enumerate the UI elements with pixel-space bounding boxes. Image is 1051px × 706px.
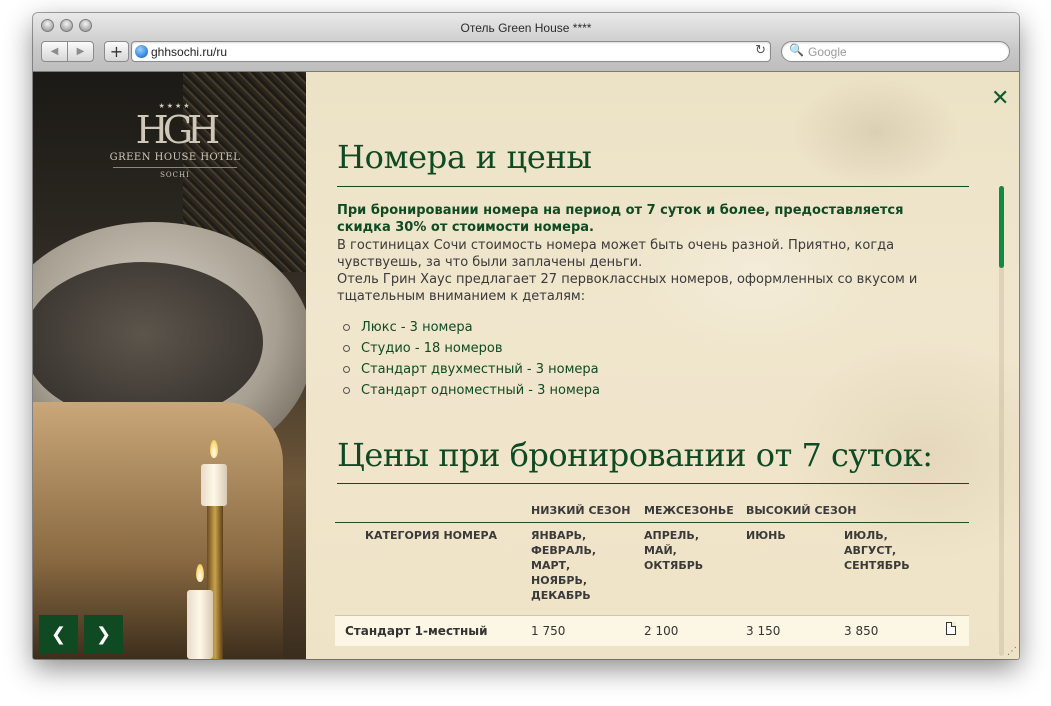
prices-divider [337, 483, 969, 484]
months-header-mid: АПРЕЛЬ, МАЙ, ОКТЯБРЬ [644, 529, 704, 572]
intro-paragraph: В гостиницах Сочи стоимость номера может… [337, 238, 895, 270]
season-header-low: НИЗКИЙ СЕЗОН [531, 504, 631, 517]
price-cell: 2 100 [644, 624, 679, 638]
months-header-low: ЯНВАРЬ, ФЕВРАЛЬ, МАРТ, НОЯБРЬ, ДЕКАБРЬ [531, 529, 597, 602]
flame-image [210, 440, 218, 458]
flame-image [196, 564, 204, 582]
title-divider [337, 186, 969, 187]
room-list: Люкс - 3 номера Студио - 18 номеров Стан… [341, 317, 600, 401]
browser-window: Отель Green House **** ◀ ▶ + ghhsochi.ru… [33, 13, 1019, 659]
list-item: Студио - 18 номеров [341, 338, 600, 359]
candle-image [187, 590, 213, 659]
list-item: Стандарт одноместный - 3 номера [341, 380, 600, 401]
next-slide-button[interactable]: ❯ [84, 615, 123, 654]
rooms-paragraph: Отель Грин Хаус предлагает 27 первокласс… [337, 272, 918, 304]
price-cell: 1 750 [531, 624, 566, 638]
window-title: Отель Green House **** [460, 21, 592, 35]
months-header-high1: ИЮНЬ [746, 529, 786, 542]
discount-bold: При бронировании номера на период от 7 с… [337, 203, 904, 235]
prev-slide-button[interactable]: ❮ [39, 615, 78, 654]
logo-emblem: HGH [135, 108, 221, 152]
back-button[interactable]: ◀ [42, 42, 67, 61]
bathtub-inner-image [33, 262, 263, 422]
add-bookmark-button[interactable]: + [104, 41, 129, 62]
list-item: Стандарт двухместный - 3 номера [341, 359, 600, 380]
hotel-logo: ★★★★ HGH GREEN HOUSE HOTEL SOCHI [105, 102, 245, 179]
logo-city: SOCHI [113, 167, 237, 179]
close-icon[interactable]: ✕ [991, 86, 1009, 111]
category-header: КАТЕГОРИЯ НОМЕРА [365, 529, 498, 542]
document-icon[interactable] [946, 622, 956, 635]
reload-icon[interactable]: ↻ [755, 43, 766, 58]
season-header-mid: МЕЖСЕЗОНЬЕ [644, 504, 734, 517]
search-icon: 🔍 [789, 43, 804, 57]
address-bar[interactable]: ghhsochi.ru/ru ↻ [131, 41, 771, 62]
url-text[interactable]: ghhsochi.ru/ru [151, 45, 227, 59]
page-content: ★★★★ HGH GREEN HOUSE HOTEL SOCHI ❮ ❯ ✕ Н… [33, 72, 1019, 659]
scrollbar-thumb[interactable] [999, 186, 1004, 268]
price-cell: 3 850 [844, 624, 879, 638]
discount-text: При бронировании номера на период от 7 с… [337, 202, 957, 236]
page-title: Номера и цены [337, 138, 592, 176]
search-field[interactable]: 🔍 Google [781, 41, 1010, 62]
forward-button[interactable]: ▶ [67, 42, 93, 61]
prices-title: Цены при бронировании от 7 суток: [337, 436, 933, 474]
navigation-buttons: ◀ ▶ [41, 41, 94, 62]
room-category-cell: Стандарт 1-местный [345, 624, 488, 638]
resize-grip-icon[interactable]: ⋰ [1007, 646, 1017, 657]
table-header-divider [335, 522, 969, 523]
title-bar: Отель Green House **** ◀ ▶ + ghhsochi.ru… [33, 13, 1019, 72]
hotel-photo: ★★★★ HGH GREEN HOUSE HOTEL SOCHI ❮ ❯ [33, 72, 306, 659]
season-header-high: ВЫСОКИЙ СЕЗОН [746, 504, 857, 517]
list-item: Люкс - 3 номера [341, 317, 600, 338]
months-header-high2: ИЮЛЬ, АВГУСТ, СЕНТЯБРЬ [844, 529, 910, 572]
logo-name: GREEN HOUSE HOTEL [109, 152, 241, 163]
globe-icon [135, 45, 148, 58]
candle-image [201, 464, 227, 506]
price-cell: 3 150 [746, 624, 781, 638]
search-placeholder[interactable]: Google [808, 45, 847, 59]
